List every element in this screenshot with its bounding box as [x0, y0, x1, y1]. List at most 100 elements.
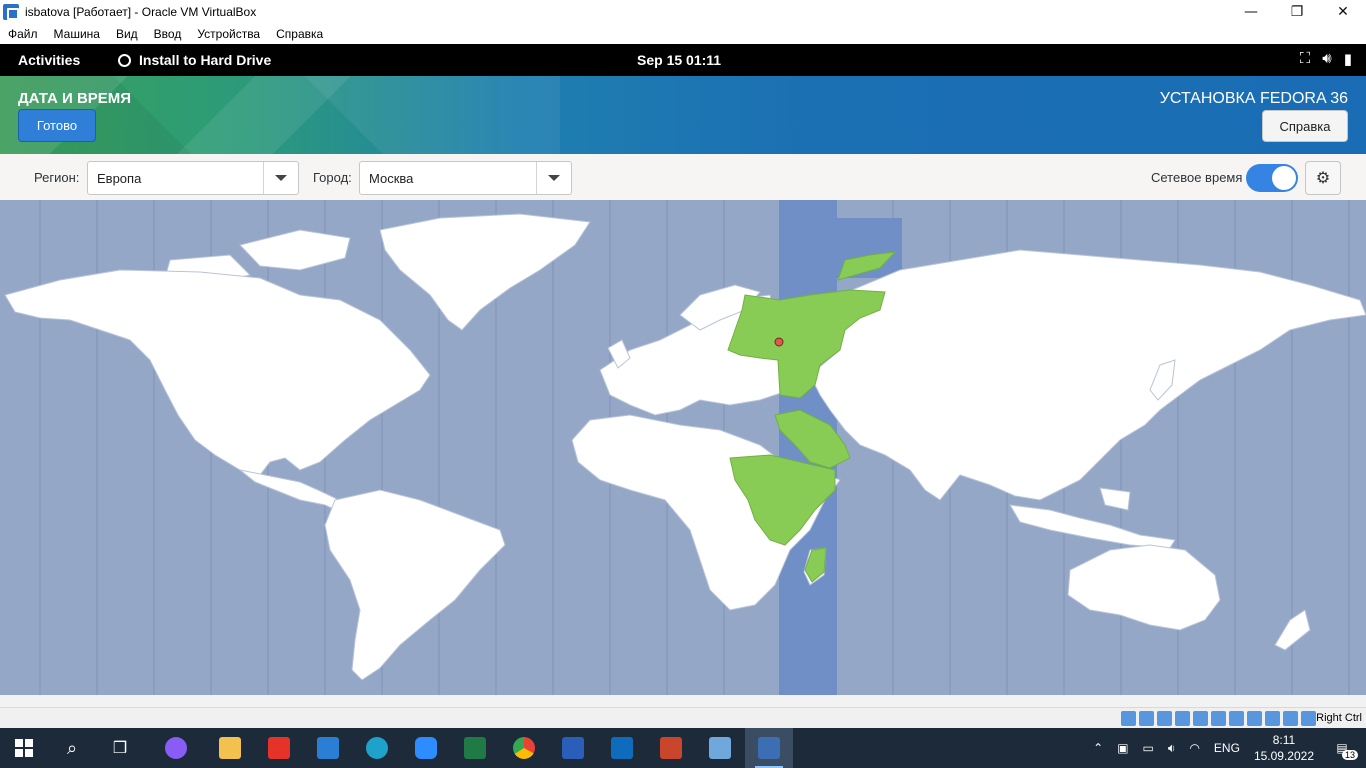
usb-icon[interactable]: [1193, 711, 1208, 726]
powerpoint-icon: [660, 737, 682, 759]
word-icon: [562, 737, 584, 759]
wifi-icon[interactable]: ◠: [1189, 741, 1199, 755]
window-controls: — ❐ ✕: [1228, 0, 1366, 23]
region-label: Регион:: [34, 170, 80, 185]
taskbar-time: 8:11: [1272, 733, 1296, 747]
shared-folders-icon[interactable]: [1211, 711, 1226, 726]
taskbar-zoom[interactable]: [402, 728, 450, 768]
vbox-status-bar: Right Ctrl: [0, 707, 1366, 728]
taskbar-outlook[interactable]: [598, 728, 646, 768]
taskbar-powerpoint[interactable]: [647, 728, 695, 768]
start-button[interactable]: [0, 728, 48, 768]
menu-help[interactable]: Справка: [276, 27, 323, 41]
alice-icon: [165, 737, 187, 759]
battery-icon[interactable]: ▭: [1143, 741, 1154, 755]
ntp-settings-button[interactable]: ⚙: [1305, 161, 1341, 195]
taskbar-clock[interactable]: 8:11 15.09.2022: [1254, 732, 1314, 764]
taskbar-date: 15.09.2022: [1253, 749, 1314, 763]
spoke-title: ДАТА И ВРЕМЯ: [18, 90, 132, 107]
chevron-up-icon[interactable]: ⌃: [1093, 741, 1103, 755]
menu-input[interactable]: Ввод: [154, 27, 182, 41]
done-button[interactable]: Готово: [18, 109, 96, 142]
vbox-device-icons[interactable]: [1121, 711, 1316, 726]
folder-icon: [219, 737, 241, 759]
network-adapter-icon[interactable]: [1175, 711, 1190, 726]
menu-file[interactable]: Файл: [8, 27, 38, 41]
close-button[interactable]: ✕: [1320, 0, 1366, 23]
cpu-icon[interactable]: [1265, 711, 1280, 726]
vbox-title-bar: isbatova [Работает] - Oracle VM VirtualB…: [0, 0, 1366, 23]
switch-knob: [1272, 166, 1296, 190]
taskbar-chrome[interactable]: [500, 728, 548, 768]
gear-icon: ⚙: [1315, 170, 1331, 187]
meet-now-icon[interactable]: ▣: [1117, 741, 1128, 755]
minimize-button[interactable]: —: [1228, 0, 1274, 23]
chevron-down-icon[interactable]: [536, 162, 571, 194]
virtualbox-icon: [709, 737, 731, 759]
city-value: Москва: [369, 170, 414, 186]
activities-button[interactable]: Activities: [18, 52, 80, 68]
chevron-down-icon[interactable]: [263, 162, 298, 194]
mail-icon: [317, 737, 339, 759]
mouse-integration-icon[interactable]: [1283, 711, 1298, 726]
window-title: isbatova [Работает] - Oracle VM VirtualB…: [25, 4, 257, 19]
timezone-controls: Регион: Европа Город: Москва Сетевое вре…: [0, 154, 1366, 200]
region-value: Европа: [97, 170, 142, 186]
edge-icon: [366, 737, 388, 759]
taskbar-mail[interactable]: [304, 728, 352, 768]
display-icon[interactable]: [1229, 711, 1244, 726]
system-tray[interactable]: ⛶ 🔊︎ ▮: [1300, 50, 1352, 68]
menu-machine[interactable]: Машина: [54, 27, 100, 41]
installer-footer: [0, 695, 1366, 707]
optical-drive-icon[interactable]: [1139, 711, 1154, 726]
vbox-menu-bar: Файл Машина Вид Ввод Устройства Справка: [0, 23, 1366, 44]
network-icon[interactable]: ⛶: [1300, 50, 1311, 68]
taskbar-fedora-vm[interactable]: [745, 728, 793, 768]
chrome-icon: [513, 737, 535, 759]
search-button[interactable]: ⌕: [48, 728, 96, 768]
keyboard-icon[interactable]: [1301, 711, 1316, 726]
network-time-switch[interactable]: [1246, 164, 1298, 192]
volume-icon[interactable]: 🔉︎: [1168, 741, 1176, 756]
notification-count: 13: [1341, 750, 1358, 760]
task-view-button[interactable]: ❒: [96, 728, 144, 768]
audio-icon[interactable]: [1157, 711, 1172, 726]
help-button[interactable]: Справка: [1262, 110, 1348, 142]
gnome-clock[interactable]: Sep 15 01:11: [637, 52, 721, 68]
spoke-header: ДАТА И ВРЕМЯ УСТАНОВКА FEDORA 36: [0, 76, 1366, 154]
taskbar-edge[interactable]: [353, 728, 401, 768]
notification-area: ⌃ ▣ ▭ 🔉︎ ◠ ENG 8:11 15.09.2022 ▤ 13: [1093, 728, 1366, 768]
taskbar-explorer[interactable]: [206, 728, 254, 768]
menu-view[interactable]: Вид: [116, 27, 138, 41]
app-name: Install to Hard Drive: [139, 52, 272, 68]
taskbar-yandex[interactable]: [255, 728, 303, 768]
taskbar-alice[interactable]: [152, 728, 200, 768]
product-title: УСТАНОВКА FEDORA 36: [1159, 90, 1348, 107]
excel-icon: [464, 737, 486, 759]
region-combo[interactable]: Европа: [87, 161, 299, 195]
hdd-icon[interactable]: [1121, 711, 1136, 726]
land-masses: [4, 213, 1366, 681]
maximize-button[interactable]: ❐: [1274, 0, 1320, 23]
city-marker[interactable]: [774, 337, 784, 347]
installer-icon: [118, 53, 131, 67]
world-map[interactable]: [0, 200, 1366, 695]
taskbar-virtualbox[interactable]: [696, 728, 744, 768]
search-icon: ⌕: [66, 737, 78, 758]
city-combo[interactable]: Москва: [359, 161, 572, 195]
volume-icon[interactable]: 🔊︎: [1322, 50, 1331, 68]
taskbar-word[interactable]: [549, 728, 597, 768]
timezone-map[interactable]: [0, 200, 1366, 695]
battery-icon[interactable]: ▮: [1344, 50, 1352, 68]
menu-devices[interactable]: Устройства: [197, 27, 260, 41]
gnome-top-bar: Activities Install to Hard Drive Sep 15 …: [0, 44, 1366, 76]
fedora-vm-icon: [758, 737, 780, 759]
city-label: Город:: [313, 170, 352, 185]
taskbar-excel[interactable]: [451, 728, 499, 768]
yandex-browser-icon: [268, 737, 290, 759]
action-center-button[interactable]: ▤ 13: [1328, 736, 1358, 760]
recording-icon[interactable]: [1247, 711, 1262, 726]
outlook-icon: [611, 737, 633, 759]
app-menu[interactable]: Install to Hard Drive: [118, 52, 271, 68]
language-indicator[interactable]: ENG: [1214, 741, 1240, 755]
